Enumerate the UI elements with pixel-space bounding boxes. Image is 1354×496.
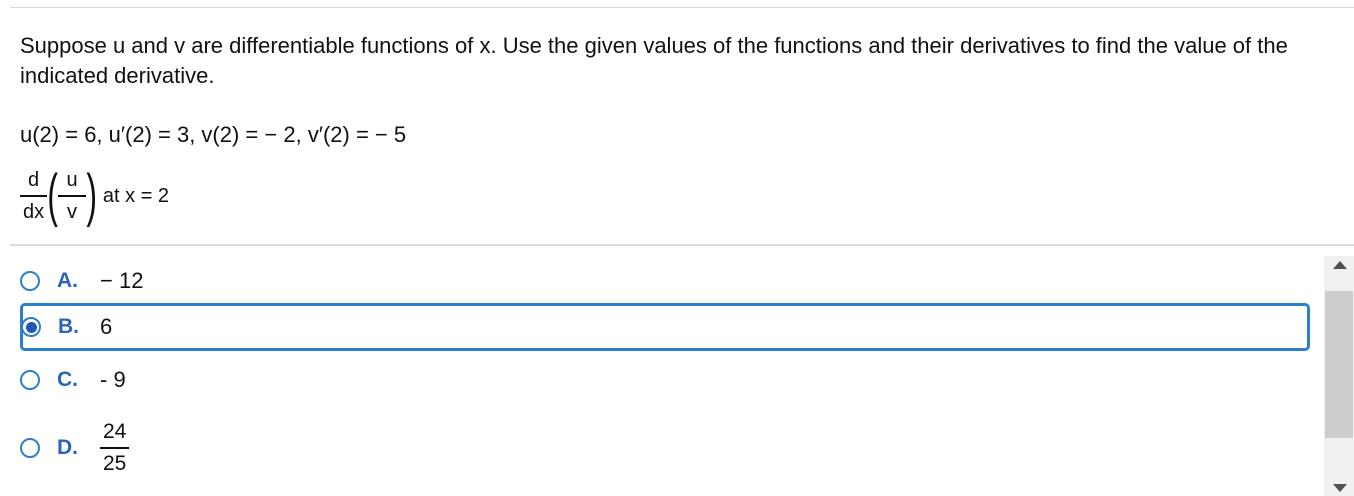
- fraction-denominator: 25: [103, 451, 127, 475]
- choice-letter: C.: [57, 368, 78, 391]
- fraction-numerator: 24: [103, 420, 127, 443]
- d-denominator: dx: [23, 200, 45, 223]
- fraction-bar: [58, 195, 86, 197]
- fraction-bar: [20, 195, 48, 197]
- radio-selected-dot: [25, 321, 37, 333]
- radio-a[interactable]: [20, 271, 40, 291]
- top-divider: [10, 7, 1354, 8]
- fraction-bar: [100, 447, 130, 449]
- evaluation-point: at x = 2: [102, 184, 170, 207]
- choice-letter: A.: [57, 269, 78, 292]
- question-text: Suppose u and v are differentiable funct…: [20, 33, 1288, 88]
- vertical-scrollbar[interactable]: [1324, 256, 1354, 496]
- scroll-up-arrow-icon[interactable]: [1333, 261, 1347, 269]
- choice-c[interactable]: C. - 9: [20, 367, 1324, 393]
- v-denominator: v: [67, 200, 78, 223]
- left-paren: (: [47, 163, 59, 228]
- u-over-v-fraction: u v: [58, 168, 86, 224]
- choice-value: − 12: [100, 268, 144, 293]
- radio-c[interactable]: [20, 370, 40, 390]
- choice-value: 6: [100, 314, 113, 339]
- choice-letter: B.: [58, 315, 79, 338]
- choice-b[interactable]: B. 6: [20, 303, 1310, 351]
- page: Suppose u and v are differentiable funct…: [0, 0, 1354, 496]
- choice-d[interactable]: D. 24 25: [20, 420, 1324, 476]
- middle-divider: [10, 244, 1354, 246]
- choice-value: - 9: [100, 367, 126, 392]
- right-paren: ): [85, 163, 97, 228]
- scroll-down-arrow-icon[interactable]: [1333, 484, 1347, 492]
- d-dx-fraction: d dx: [20, 168, 48, 224]
- u-numerator: u: [66, 169, 78, 192]
- radio-b[interactable]: [21, 317, 41, 337]
- scroll-thumb[interactable]: [1325, 291, 1353, 438]
- choice-value-fraction: 24 25: [100, 420, 130, 476]
- choice-a[interactable]: A. − 12: [20, 268, 1324, 294]
- given-values: u(2) = 6, u′(2) = 3, v(2) = − 2, v′(2) =…: [20, 122, 407, 147]
- d-numerator: d: [28, 169, 40, 192]
- derivative-expression: d dx ( u v ) at x = 2: [20, 158, 169, 234]
- choice-letter: D.: [57, 435, 78, 459]
- radio-d[interactable]: [20, 437, 40, 458]
- answer-choices: A. − 12 B. 6 C. - 9 D. 24 25: [0, 256, 1324, 496]
